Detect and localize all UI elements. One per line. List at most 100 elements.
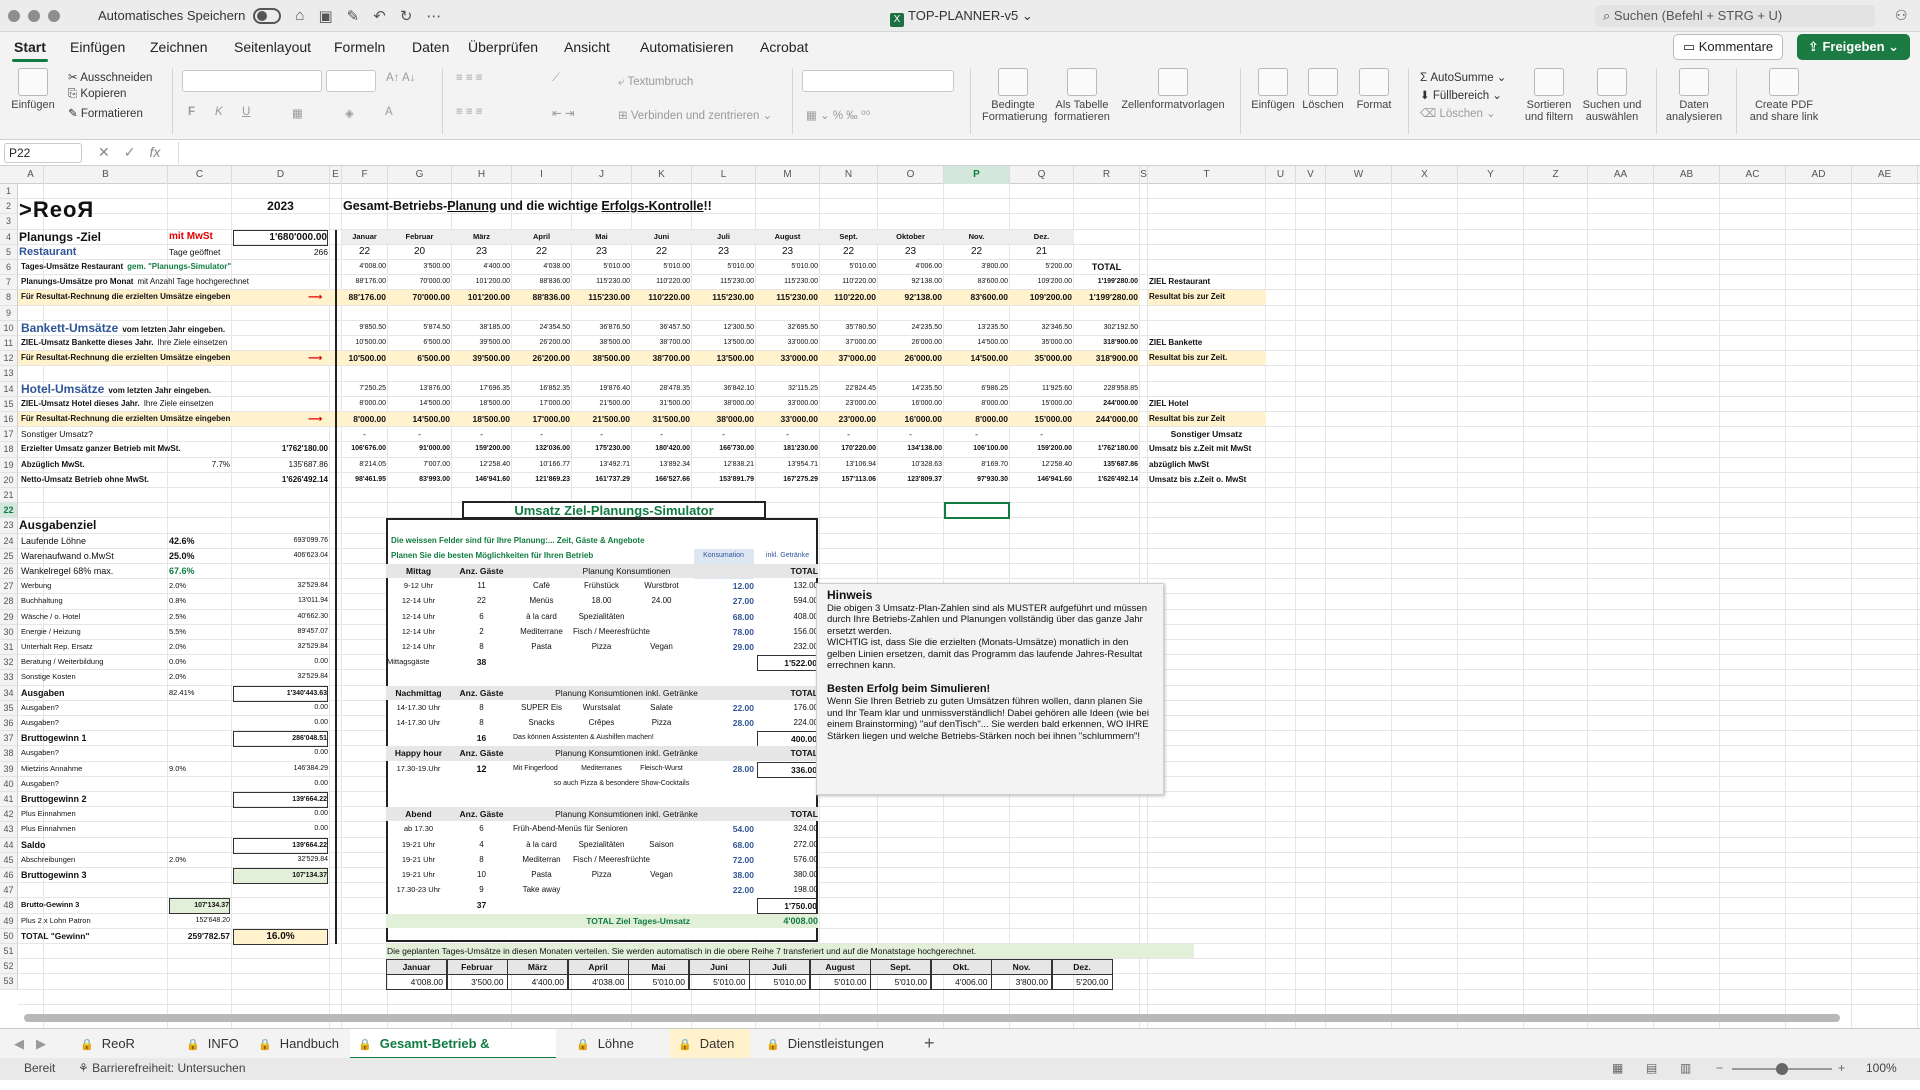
month-value[interactable]: 3'500.00: [389, 260, 450, 274]
month-value[interactable]: 88'836.00: [513, 275, 570, 289]
column-header-L[interactable]: L: [692, 166, 756, 184]
row-header-3[interactable]: 3: [0, 214, 18, 230]
month-value[interactable]: 157'113.06: [821, 473, 876, 487]
sheet-tab-0[interactable]: 🔒 ReoR: [72, 1029, 162, 1059]
indent-icon[interactable]: ⇤ ⇥: [552, 106, 574, 120]
month-value[interactable]: 115'230.00: [573, 290, 630, 304]
sim-time[interactable]: 19-21 Uhr: [387, 838, 450, 852]
month-value[interactable]: 16'000.00: [879, 397, 942, 411]
month-value[interactable]: 7'007.00: [389, 458, 450, 472]
row-header-26[interactable]: 26: [0, 564, 18, 580]
row-header-27[interactable]: 27: [0, 579, 18, 595]
row-header-29[interactable]: 29: [0, 609, 18, 625]
tage-value[interactable]: 23: [757, 245, 818, 259]
row-header-24[interactable]: 24: [0, 533, 18, 549]
month-value[interactable]: 4'400.00: [453, 260, 510, 274]
row-header-40[interactable]: 40: [0, 776, 18, 792]
month-value[interactable]: 109'200.00: [1011, 290, 1072, 304]
sim-offer-1[interactable]: Pasta: [513, 868, 570, 882]
expense-pct[interactable]: 2.0%: [169, 640, 230, 654]
row-header-15[interactable]: 15: [0, 396, 18, 412]
month-value[interactable]: 110'220.00: [821, 275, 876, 289]
month-value[interactable]: 14'500.00: [945, 336, 1008, 350]
horizontal-scrollbar[interactable]: [24, 1014, 1840, 1022]
expense-pct[interactable]: 82.41%: [169, 686, 230, 700]
menu-tab-7[interactable]: Ansicht: [552, 32, 622, 62]
month-value[interactable]: 21'500.00: [573, 412, 630, 426]
close-window-button[interactable]: [8, 9, 20, 22]
tage-value[interactable]: 22: [945, 245, 1008, 259]
name-box[interactable]: P22: [4, 143, 82, 163]
tage-value[interactable]: 23: [573, 245, 630, 259]
sim-time[interactable]: 12-14 Uhr: [387, 640, 450, 654]
sim-guests[interactable]: 9: [453, 883, 510, 897]
month-value[interactable]: 26'200.00: [513, 351, 570, 365]
column-header-X[interactable]: X: [1392, 166, 1458, 184]
month-value[interactable]: 97'930.30: [945, 473, 1008, 487]
bottom-value[interactable]: 3'500.00: [446, 974, 508, 991]
sim-guests[interactable]: 6: [453, 822, 510, 836]
month-value[interactable]: 101'200.00: [453, 275, 510, 289]
bottom-value[interactable]: 5'010.00: [870, 974, 931, 991]
sim-guests[interactable]: 6: [453, 610, 510, 624]
redo-icon[interactable]: ↻: [400, 7, 413, 25]
month-value[interactable]: 14'500.00: [389, 412, 450, 426]
month-value[interactable]: 98'461.95: [343, 473, 386, 487]
search-input[interactable]: ⌕ Suchen (Befehl + STRG + U): [1595, 5, 1875, 27]
column-header-G[interactable]: G: [388, 166, 452, 184]
expense-pct[interactable]: 9.0%: [169, 762, 230, 776]
row-header-50[interactable]: 50: [0, 928, 18, 944]
month-value[interactable]: 5'010.00: [821, 260, 876, 274]
sim-offer-3[interactable]: Wurstbrot: [633, 579, 690, 593]
happy-offer-1[interactable]: Mit Fingerfood: [513, 762, 570, 776]
month-value[interactable]: 175'230.00: [573, 442, 630, 456]
sim-time[interactable]: 12-14 Uhr: [387, 610, 450, 624]
sim-offer-1[interactable]: Pasta: [513, 640, 570, 654]
month-value[interactable]: 83'600.00: [945, 275, 1008, 289]
zoom-out-icon[interactable]: −: [1716, 1061, 1723, 1075]
sim-guests[interactable]: 11: [453, 579, 510, 593]
spreadsheet-grid[interactable]: A B C D E F G H I J K L M N O P Q R S T U V W X Y Z AA AB AC AD AE 123…: [0, 166, 1920, 1028]
fx-icon[interactable]: fx: [149, 144, 160, 160]
zoom-level[interactable]: 100%: [1866, 1061, 1897, 1075]
format-cells-button[interactable]: Format: [1350, 68, 1398, 111]
tage-value[interactable]: 23: [693, 245, 754, 259]
zoom-slider-thumb[interactable]: [1776, 1063, 1788, 1075]
sim-avg[interactable]: 12.00: [693, 579, 754, 593]
month-value[interactable]: 5'010.00: [693, 260, 754, 274]
minimize-window-button[interactable]: [28, 9, 40, 22]
create-pdf-button[interactable]: Create PDF and share link: [1746, 68, 1822, 123]
insert-cells-button[interactable]: Einfügen: [1248, 68, 1298, 111]
sim-offer-1[interactable]: Menüs: [513, 594, 570, 608]
month-value[interactable]: 181'230.00: [757, 442, 818, 456]
month-value[interactable]: 37'000.00: [821, 336, 876, 350]
border-icon[interactable]: ▦: [292, 106, 303, 120]
month-value[interactable]: 4'008.00: [343, 260, 386, 274]
format-as-table-button[interactable]: Als Tabelle formatieren: [1050, 68, 1114, 123]
month-value[interactable]: 106'100.00: [945, 442, 1008, 456]
bottom-value[interactable]: 4'400.00: [507, 974, 568, 991]
row-header-28[interactable]: 28: [0, 594, 18, 610]
align-top-icon[interactable]: ≡ ≡ ≡: [456, 72, 483, 84]
cell-styles-button[interactable]: Zellenformatvorlagen: [1118, 68, 1228, 111]
month-value[interactable]: 88'836.00: [513, 290, 570, 304]
row-header-11[interactable]: 11: [0, 336, 18, 352]
month-value[interactable]: 13'892.34: [633, 458, 690, 472]
month-value[interactable]: 33'000.00: [757, 412, 818, 426]
sim-time[interactable]: 14-17.30 Uhr: [387, 716, 450, 730]
sim-offer-2[interactable]: Spezialitäten: [573, 838, 630, 852]
bottom-value[interactable]: 5'010.00: [688, 974, 750, 991]
month-value[interactable]: 146'941.60: [453, 473, 510, 487]
month-value[interactable]: 115'230.00: [757, 275, 818, 289]
month-value[interactable]: 8'169.70: [945, 458, 1008, 472]
column-header-D[interactable]: D: [232, 166, 330, 184]
sim-avg[interactable]: 68.00: [693, 838, 754, 852]
column-header-H[interactable]: H: [452, 166, 512, 184]
sheet-tab-1[interactable]: 🔒 INFO: [178, 1029, 244, 1059]
format-painter-button[interactable]: ✎ Formatieren: [68, 106, 143, 120]
menu-tab-1[interactable]: Einfügen: [58, 32, 137, 62]
expense-pct[interactable]: 25.0%: [169, 548, 230, 563]
month-value[interactable]: 33'000.00: [757, 397, 818, 411]
expense-pct[interactable]: 0.8%: [169, 594, 230, 608]
row-header-46[interactable]: 46: [0, 868, 18, 884]
